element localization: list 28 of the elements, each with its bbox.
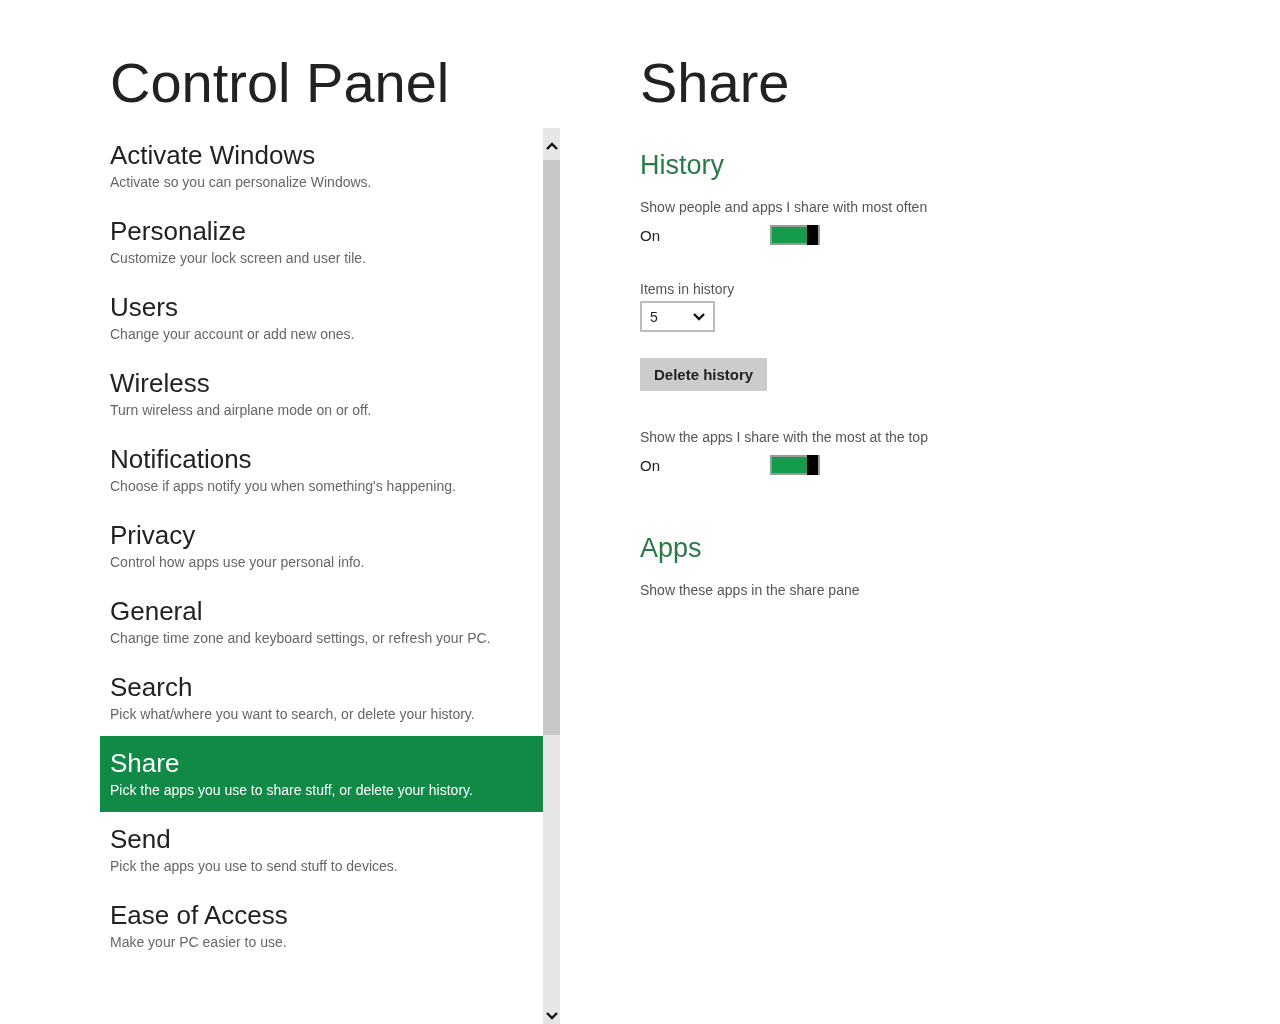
settings-category[interactable]: Send Pick the apps you use to send stuff to devices.: [100, 812, 543, 888]
toggle-state-text: On: [640, 226, 661, 244]
toggle-switch[interactable]: [770, 225, 820, 245]
settings-category[interactable]: Activate Windows Activate so you can personalize Windows.: [100, 128, 543, 204]
scrollbar-thumb[interactable]: [543, 160, 560, 735]
settings-category[interactable]: General Change time zone and keyboard settings, or refresh your PC.: [100, 584, 543, 660]
toggle-switch[interactable]: [770, 455, 820, 475]
toggle-state-text: On: [640, 456, 661, 474]
items-dropdown[interactable]: 5: [640, 301, 715, 332]
chevron-down-icon: [693, 312, 705, 321]
section-heading: History: [640, 150, 724, 181]
settings-category[interactable]: Search Pick what/where you want to search, or delete your history.: [100, 660, 543, 736]
setting-label: Show people and apps I share with most often: [640, 199, 928, 215]
settings-category[interactable]: Wireless Turn wireless and airplane mode on or off.: [100, 356, 543, 432]
page-title: Share: [640, 51, 790, 114]
settings-category[interactable]: Notifications Choose if apps notify you when something's happening.: [100, 432, 543, 508]
panel-title: Control Panel: [110, 51, 450, 114]
section-heading: Apps: [640, 533, 702, 564]
settings-category[interactable]: Share Pick the apps you use to share stuff, or delete your history.: [100, 736, 543, 812]
delete-history-button[interactable]: Delete history: [640, 358, 768, 391]
settings-category[interactable]: Personalize Customize your lock screen and user tile.: [100, 204, 543, 280]
setting-label: Show the apps I share with the most at the top: [640, 429, 928, 445]
settings-category[interactable]: Ease of Access Make your PC easier to use.: [100, 888, 543, 964]
setting-label: Items in history: [640, 281, 735, 297]
scrollbar[interactable]: [543, 128, 560, 1024]
settings-category[interactable]: Privacy Control how apps use your personal info.: [100, 508, 543, 584]
settings-category[interactable]: Users Change your account or add new ones.: [100, 280, 543, 356]
setting-label: Show these apps in the share pane: [640, 582, 860, 598]
